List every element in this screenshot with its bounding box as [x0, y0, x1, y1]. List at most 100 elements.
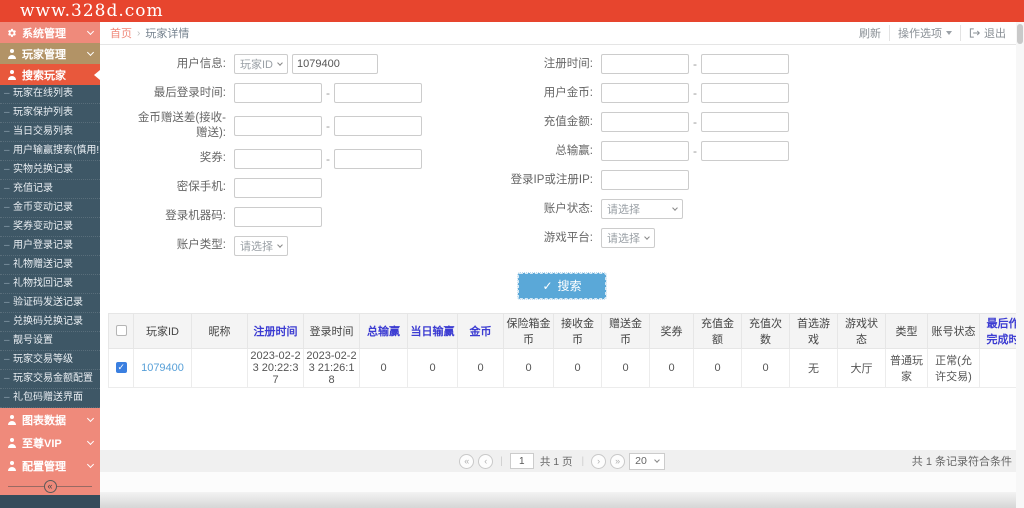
next-page-button[interactable]: › — [591, 453, 607, 469]
chevron-down-icon — [86, 48, 95, 56]
first-page-button[interactable]: « — [459, 453, 475, 469]
col-coins[interactable]: 金币 — [457, 312, 504, 349]
refresh-button[interactable]: 刷新 — [851, 25, 889, 41]
sidebar-group-vip[interactable]: 至尊VIP — [0, 431, 100, 454]
sidebar-item-login-records[interactable]: 用户登录记录 — [0, 237, 100, 256]
register-time-to-input[interactable] — [701, 54, 789, 74]
cell-gifted-coins: 0 — [601, 347, 650, 388]
cell-type: 普通玩家 — [885, 347, 928, 388]
sidebar-item-coin-changes[interactable]: 金币变动记录 — [0, 199, 100, 218]
secure-phone-input[interactable] — [234, 177, 322, 198]
sidebar: 系统管理 玩家管理 搜索玩家 玩家在线列表 玩家保护列表 当日交易列表 用户输赢… — [0, 22, 100, 508]
page-size-select[interactable]: 20 — [629, 452, 665, 470]
lottery-from-input[interactable] — [234, 148, 322, 169]
total-winloss-to-input[interactable] — [701, 141, 789, 161]
row-checkbox[interactable] — [115, 362, 127, 374]
sidebar-item-recharge-records[interactable]: 充值记录 — [0, 180, 100, 199]
col-received-coins: 接收金币 — [553, 312, 602, 349]
recharge-amount-from-input[interactable] — [601, 112, 689, 132]
chevron-down-icon — [653, 457, 660, 463]
user-coin-from-input[interactable] — [601, 83, 689, 103]
scrollbar-thumb[interactable] — [1017, 24, 1023, 44]
sidebar-group-config[interactable]: 配置管理 — [0, 454, 100, 477]
user-icon — [7, 460, 17, 471]
page-number-input[interactable] — [509, 453, 534, 469]
sidebar-item-giftcode-page[interactable]: 礼包码赠送界面 — [0, 389, 100, 408]
last-login-to-input[interactable] — [334, 83, 422, 103]
header-actions: 刷新 操作选项 退出 — [851, 25, 1014, 41]
sidebar-filler — [0, 495, 100, 508]
coin-gift-diff-to-input[interactable] — [334, 115, 422, 136]
lottery-to-input[interactable] — [334, 148, 422, 169]
login-ip-input[interactable] — [601, 170, 689, 190]
field-label: 账户状态: — [543, 202, 593, 215]
sidebar-group-chart-data[interactable]: 图表数据 — [0, 408, 100, 431]
user-info-input[interactable] — [292, 54, 378, 74]
sidebar-item-trade-level[interactable]: 玩家交易等级 — [0, 351, 100, 370]
sidebar-item-gift-recall-records[interactable]: 礼物找回记录 — [0, 275, 100, 294]
recharge-amount-to-input[interactable] — [701, 112, 789, 132]
sidebar-item-goods-exchange[interactable]: 实物兑换记录 — [0, 161, 100, 180]
chevron-down-icon — [86, 27, 95, 35]
last-login-from-input[interactable] — [234, 83, 322, 103]
machine-code-input[interactable] — [234, 206, 322, 227]
sidebar-collapse-row: « — [0, 477, 100, 495]
breadcrumb-home-link[interactable]: 首页 — [110, 25, 132, 41]
sidebar-item-winloss-search[interactable]: 用户输赢搜索(慎用!!!!!) — [0, 142, 100, 161]
options-dropdown-button[interactable]: 操作选项 — [889, 25, 960, 41]
last-page-button[interactable]: » — [610, 453, 626, 469]
sidebar-group-system[interactable]: 系统管理 — [0, 22, 100, 43]
sidebar-item-protect-list[interactable]: 玩家保护列表 — [0, 104, 100, 123]
sidebar-group-search-players[interactable]: 搜索玩家 — [0, 64, 100, 85]
sidebar-item-captcha-records[interactable]: 验证码发送记录 — [0, 294, 100, 313]
col-gifted-coins: 赠送金币 — [601, 312, 650, 349]
sidebar-item-today-trades[interactable]: 当日交易列表 — [0, 123, 100, 142]
sidebar-item-lottery-changes[interactable]: 奖券变动记录 — [0, 218, 100, 237]
cell-total-winloss: 0 — [359, 347, 408, 388]
col-account-status: 账号状态 — [927, 312, 980, 349]
sidebar-group-players[interactable]: 玩家管理 — [0, 43, 100, 64]
col-total-winloss[interactable]: 总输赢 — [359, 312, 408, 349]
content-area: 用户信息: 玩家ID 最后登录时间: - 金币赠送差(接收-赠送): - — [100, 45, 1024, 450]
search-button[interactable]: ✓ 搜索 — [517, 271, 607, 300]
table-header-row: 玩家ID 昵称 注册时间 登录时间 总输赢 当日输赢 金币 保险箱金币 接收金币… — [108, 312, 1024, 349]
main-area: 首页 › 玩家详情 刷新 操作选项 退出 用户信息: 玩家ID 1079400 … — [100, 22, 1024, 508]
account-status-select[interactable]: 请选择 — [601, 199, 683, 219]
breadcrumb: 首页 › 玩家详情 刷新 操作选项 退出 — [100, 22, 1024, 45]
col-type: 类型 — [885, 312, 928, 349]
coin-gift-diff-from-input[interactable] — [234, 115, 322, 136]
vertical-scrollbar — [1016, 22, 1024, 508]
chevron-down-icon — [86, 414, 95, 422]
account-type-select[interactable]: 请选择 — [234, 235, 288, 256]
cell-safe-coins: 0 — [503, 347, 554, 388]
cell-lottery: 0 — [649, 347, 694, 388]
select-all-checkbox[interactable] — [115, 325, 127, 337]
pagination-bar: « ‹ | 共 1 页 | › » 20 共 1 条记录符合条件 — [100, 450, 1024, 472]
field-label: 密保手机: — [176, 181, 226, 194]
watermark-text: www.328d.com — [20, 1, 164, 21]
sidebar-item-vanity-id[interactable]: 靓号设置 — [0, 332, 100, 351]
field-label: 注册时间: — [543, 57, 593, 70]
col-lottery: 奖券 — [649, 312, 694, 349]
register-time-from-input[interactable] — [601, 54, 689, 74]
user-info-type-select[interactable]: 玩家ID — [234, 54, 288, 74]
sidebar-collapse-icon[interactable]: « — [43, 479, 57, 493]
pager: « ‹ | 共 1 页 | › » 20 — [459, 452, 665, 470]
sidebar-item-trade-amount-config[interactable]: 玩家交易金额配置 — [0, 370, 100, 389]
cell-received-coins: 0 — [553, 347, 602, 388]
col-recharge-count: 充值次数 — [741, 312, 790, 349]
col-today-winloss[interactable]: 当日输赢 — [407, 312, 458, 349]
user-coin-to-input[interactable] — [701, 83, 789, 103]
player-id-link[interactable]: 1079400 — [133, 347, 192, 388]
total-winloss-from-input[interactable] — [601, 141, 689, 161]
sidebar-item-online-list[interactable]: 玩家在线列表 — [0, 85, 100, 104]
game-platform-select[interactable]: 请选择 — [601, 228, 655, 248]
prev-page-button[interactable]: ‹ — [478, 453, 494, 469]
sidebar-item-gift-send-records[interactable]: 礼物赠送记录 — [0, 256, 100, 275]
logout-button[interactable]: 退出 — [960, 25, 1014, 41]
cell-login-time: 2023-02-23 21:26:18 — [303, 347, 360, 388]
col-register-time[interactable]: 注册时间 — [247, 312, 304, 349]
sidebar-item-redeem-records[interactable]: 兑换码兑换记录 — [0, 313, 100, 332]
field-label: 奖券: — [199, 152, 226, 165]
cell-game-status: 大厅 — [837, 347, 886, 388]
